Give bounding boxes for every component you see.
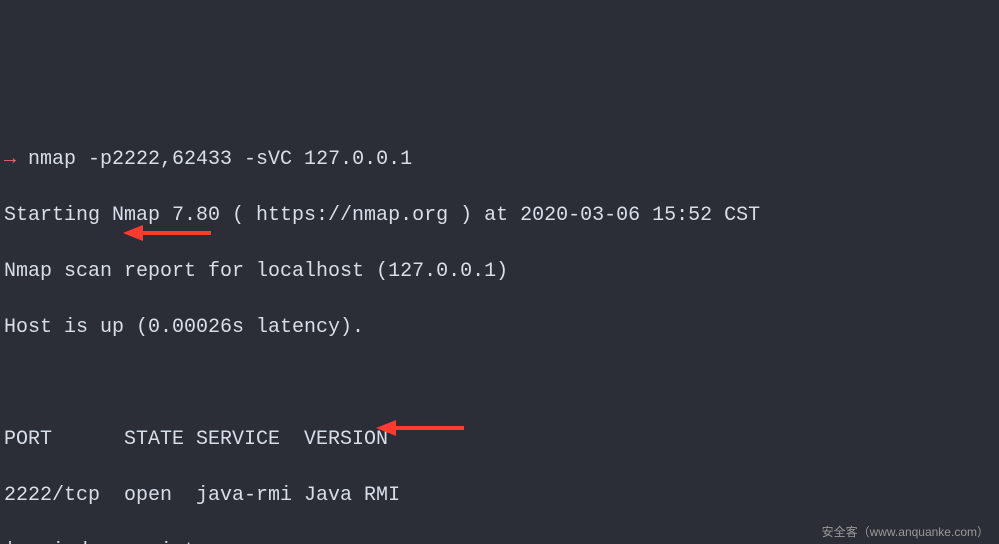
terminal-output: → nmap -p2222,62433 -sVC 127.0.0.1 Start… (4, 118, 995, 544)
nmap-starting-line: Starting Nmap 7.80 ( https://nmap.org ) … (4, 202, 995, 230)
shell-prompt: → (4, 148, 28, 171)
nmap-report-line: Nmap scan report for localhost (127.0.0.… (4, 258, 995, 286)
nmap-host-line: Host is up (0.00026s latency). (4, 314, 995, 342)
watermark-text: 安全客（www.anquanke.com） (822, 524, 989, 541)
port-2222-row: 2222/tcp open java-rmi Java RMI (4, 482, 995, 510)
nmap-command: nmap -p2222,62433 -sVC 127.0.0.1 (28, 148, 412, 171)
ports-header: PORT STATE SERVICE VERSION (4, 426, 995, 454)
